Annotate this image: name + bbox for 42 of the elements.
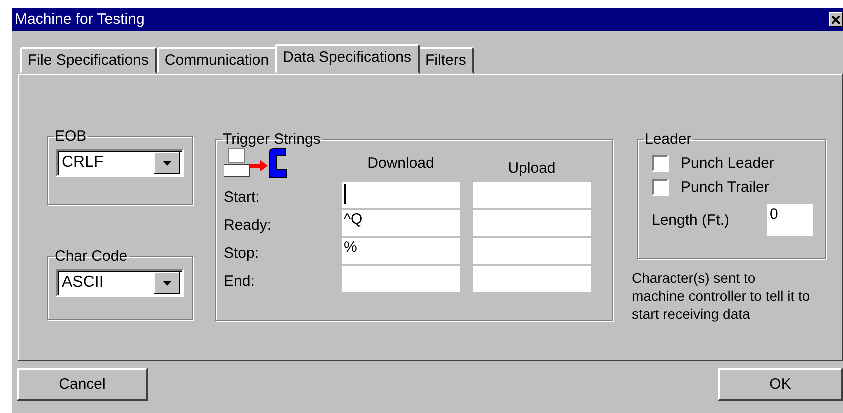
close-icon: [832, 16, 840, 24]
row-label: End:: [224, 273, 256, 290]
input-field[interactable]: [473, 266, 591, 292]
help-text: Character(s) sent to: [632, 269, 757, 287]
dropdown-arrow-icon: [162, 160, 172, 166]
input-field[interactable]: [342, 266, 460, 292]
row-label: Ready:: [224, 217, 273, 234]
ok-button[interactable]: OK: [718, 368, 843, 401]
dropdown[interactable]: CRLF: [56, 149, 184, 177]
tab[interactable]: Data Specifications: [275, 44, 420, 74]
input-field[interactable]: [473, 238, 591, 264]
row-label: Start:: [224, 189, 261, 206]
tab[interactable]: Communication: [156, 47, 278, 74]
dropdown[interactable]: ASCII: [56, 269, 184, 297]
tab[interactable]: File Specifications: [20, 47, 157, 74]
checkbox-label: Punch Leader: [681, 155, 774, 172]
input-field[interactable]: [473, 210, 591, 236]
tab[interactable]: Filters: [418, 47, 474, 74]
input-field[interactable]: [342, 182, 460, 208]
group-title: Char Code: [54, 248, 129, 265]
group-title: EOB: [54, 128, 88, 145]
column-heading: Upload: [507, 160, 557, 177]
row-label: Stop:: [224, 245, 260, 262]
column-heading: Download: [366, 155, 436, 172]
input-field[interactable]: 0: [767, 204, 813, 236]
window-title: Machine for Testing: [15, 11, 145, 28]
input-field[interactable]: %: [342, 238, 460, 264]
dropdown-arrow-icon: [162, 280, 172, 286]
help-text: start receiving data: [632, 305, 752, 323]
group-title: Leader: [644, 131, 693, 148]
checkbox[interactable]: [652, 179, 669, 196]
computer-to-machine-icon: [224, 148, 290, 180]
help-text: machine controller to tell it to: [632, 287, 812, 305]
group-title: Trigger Strings: [222, 131, 322, 148]
input-field[interactable]: [473, 182, 591, 208]
close-button[interactable]: [829, 12, 843, 27]
checkbox[interactable]: [652, 155, 669, 172]
input-field[interactable]: ^Q: [342, 210, 460, 236]
checkbox-label: Punch Trailer: [681, 179, 770, 196]
text-cursor: [344, 184, 346, 204]
field-label: Length (Ft.): [652, 212, 730, 228]
cancel-button[interactable]: Cancel: [17, 368, 148, 401]
